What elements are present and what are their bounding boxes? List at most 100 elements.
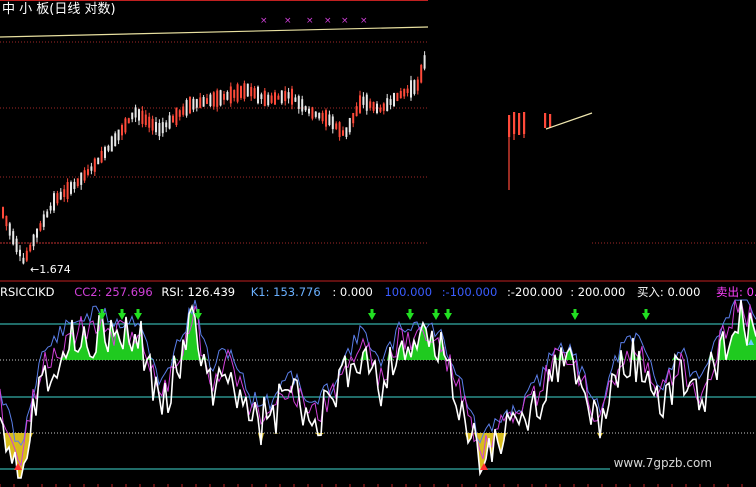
candle-body xyxy=(389,99,392,105)
candle-body xyxy=(223,93,225,100)
candle-body xyxy=(80,172,83,185)
candle-body xyxy=(219,90,222,106)
candle-body xyxy=(39,223,42,231)
candle-body xyxy=(379,107,382,112)
indicator-legend-bar: RSICCIKD CC2: 257.696 RSI: 126.439 K1: 1… xyxy=(0,285,756,299)
marker-x: × xyxy=(284,16,292,26)
candle-body xyxy=(161,122,164,134)
sell-signal-arrow xyxy=(642,309,650,320)
value-1: : 0.000 xyxy=(332,285,373,299)
candle-body xyxy=(158,123,161,137)
candle-body xyxy=(19,249,21,257)
marker-x: × xyxy=(360,16,368,26)
marker-x: × xyxy=(324,16,332,26)
candle-body xyxy=(83,170,86,181)
k1-value: K1: 153.776 xyxy=(250,285,321,299)
candle-body xyxy=(199,97,202,108)
sell-signal-arrow xyxy=(118,309,126,320)
candle-body xyxy=(206,98,208,104)
candle-body xyxy=(175,107,178,126)
candle-body xyxy=(42,214,45,227)
candle-body xyxy=(36,228,38,238)
candle-body xyxy=(280,90,283,104)
candle-body xyxy=(257,86,259,104)
candle-body xyxy=(410,80,412,98)
candle-body xyxy=(46,211,49,218)
candle-body xyxy=(233,90,236,98)
candle-body xyxy=(365,94,368,111)
candle-body xyxy=(29,244,32,252)
candle-body xyxy=(134,107,137,118)
candle-body xyxy=(172,115,174,123)
candle-body xyxy=(523,112,526,134)
candle-body xyxy=(294,97,297,102)
candle-body xyxy=(168,115,171,129)
candle-body xyxy=(301,99,304,112)
candle-body xyxy=(284,91,287,102)
candle-body xyxy=(15,238,18,253)
candle-body xyxy=(423,55,426,69)
candle-body xyxy=(93,158,96,172)
candle-body xyxy=(260,94,263,100)
candle-body xyxy=(250,86,253,97)
candle-body xyxy=(342,130,344,136)
buy-value: 买入: 0.000 xyxy=(636,285,701,299)
candle-body xyxy=(277,95,280,100)
value-4: :-200.000 xyxy=(506,285,563,299)
candle-body xyxy=(178,110,181,117)
candle-body xyxy=(121,125,123,136)
candle-body xyxy=(362,96,365,105)
candle-body xyxy=(369,101,372,108)
sell-signal-arrow xyxy=(368,309,376,320)
candle-body xyxy=(393,92,395,107)
candle-body xyxy=(359,95,361,113)
candle-body xyxy=(90,166,93,171)
candle-body xyxy=(192,98,195,110)
candle-body xyxy=(382,103,385,111)
candle-body xyxy=(63,189,66,197)
candle-body xyxy=(104,147,106,158)
candle-body xyxy=(12,231,15,245)
candle-body xyxy=(372,102,375,111)
candle-body xyxy=(49,205,52,211)
candle-body xyxy=(66,182,69,200)
candle-body xyxy=(297,96,300,109)
candle-body xyxy=(229,86,232,104)
candle-body xyxy=(246,83,249,97)
rsi-value: RSI: 126.439 xyxy=(161,285,236,299)
candle-body xyxy=(100,150,103,163)
candle-body xyxy=(403,88,406,97)
rsi-line xyxy=(0,299,756,479)
candle-body xyxy=(76,178,79,187)
candle-body xyxy=(396,92,399,102)
candle-body xyxy=(291,88,293,105)
candle-body xyxy=(141,110,144,124)
candle-body xyxy=(549,114,552,128)
candle-body xyxy=(348,118,351,133)
candle-body xyxy=(124,118,127,133)
candle-body xyxy=(335,123,338,129)
candle-body xyxy=(355,106,358,117)
candle-body xyxy=(386,98,389,112)
candle-body xyxy=(518,113,521,135)
marker-x: × xyxy=(306,16,314,26)
candle-body xyxy=(544,113,547,128)
sell-signal-arrow xyxy=(432,309,440,320)
candle-body xyxy=(413,80,416,94)
candle-body xyxy=(59,191,62,200)
candle-body xyxy=(243,83,246,99)
candle-body xyxy=(73,181,76,189)
candle-body xyxy=(311,107,314,119)
candle-body xyxy=(270,95,273,103)
sell-signal-arrow xyxy=(571,309,579,320)
candle-body xyxy=(308,108,310,114)
candle-body xyxy=(240,86,242,98)
short-trend-line xyxy=(545,112,593,130)
candle-body xyxy=(406,88,409,93)
candle-body xyxy=(22,257,25,264)
candle-body xyxy=(138,109,140,121)
candle-body xyxy=(420,65,423,83)
candle-body xyxy=(253,88,256,99)
price-low-marker: ←1.674 xyxy=(30,263,71,276)
chart-canvas[interactable]: × × × × × × xyxy=(0,0,756,487)
